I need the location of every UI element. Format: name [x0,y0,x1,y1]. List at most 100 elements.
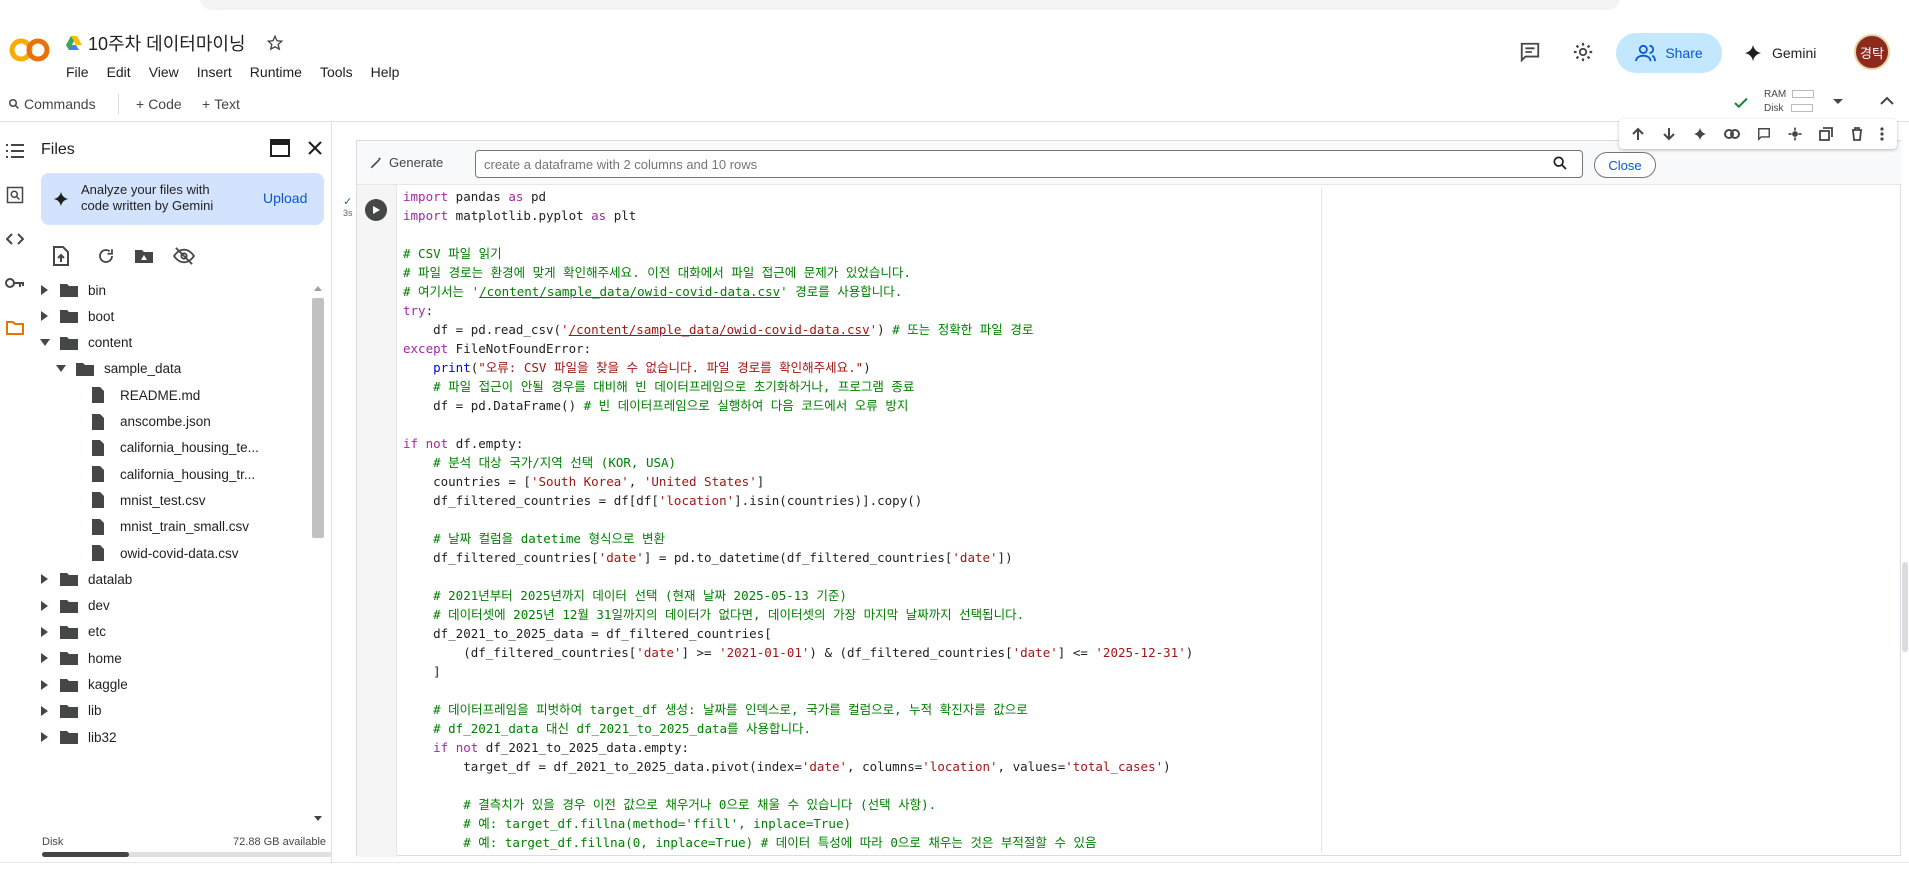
execution-status: ✓ 3s [343,197,353,219]
more-vert-icon[interactable] [1880,127,1885,141]
folder-item[interactable]: sample_data [54,356,181,382]
folder-item[interactable]: kaggle [38,672,128,698]
pencil-sparkle-icon [369,156,383,170]
commands-button[interactable]: Commands [8,96,96,112]
add-code-button[interactable]: + Code [136,96,182,112]
menu-view[interactable]: View [149,62,187,82]
search-icon[interactable] [1552,155,1568,171]
sparkle-icon[interactable] [1693,127,1707,141]
caret-right-icon[interactable] [38,704,52,718]
file-item[interactable]: mnist_train_small.csv [92,514,249,540]
file-item[interactable]: mnist_test.csv [92,487,206,513]
code-editor[interactable]: import pandas as pd import matplotlib.pyp… [403,187,1893,853]
menu-help[interactable]: Help [371,62,408,82]
folder-item[interactable]: datalab [38,566,132,592]
caret-right-icon[interactable] [38,651,52,665]
caret-right-icon[interactable] [38,678,52,692]
mount-drive-icon[interactable] [130,242,158,270]
gemini-button[interactable]: Gemini [1744,33,1816,73]
folder-item[interactable]: etc [38,619,106,645]
code-line: print("오류: CSV 파일을 찾을 수 없습니다. 파일 경로를 확인해… [433,360,871,375]
gear-icon[interactable] [1788,127,1802,141]
file-item[interactable]: README.md [92,382,200,408]
folder-item[interactable]: bin [38,277,106,303]
hide-files-icon[interactable] [170,242,198,270]
connected-check-icon [1732,94,1750,112]
file-item[interactable]: california_housing_tr... [92,461,255,487]
code-line: # 예: target_df.fillna(method='ffill', in… [463,816,852,831]
upload-button[interactable]: Upload [263,190,307,206]
file-icon [92,439,112,457]
gear-icon[interactable] [1567,36,1599,68]
caret-right-icon[interactable] [38,283,52,297]
folder-icon [60,676,80,694]
caret-right-icon[interactable] [38,599,52,613]
folder-icon [60,307,80,325]
main-scroll-thumb[interactable] [1902,562,1908,652]
caret-right-icon[interactable] [38,309,52,323]
move-down-icon[interactable] [1662,127,1676,141]
close-generate-button[interactable]: Close [1594,152,1656,178]
caret-right-icon[interactable] [38,625,52,639]
menu-file[interactable]: File [66,62,97,82]
caret-right-icon[interactable] [38,572,52,586]
generate-prompt-input[interactable] [475,150,1583,178]
comment-icon[interactable] [1757,127,1771,141]
notebook-title[interactable]: 10주차 데이터마이닝 [88,30,246,56]
resource-monitor[interactable]: RAM Disk [1764,88,1815,116]
secrets-key-icon[interactable] [4,272,26,294]
comment-icon[interactable] [1514,36,1546,68]
link-icon[interactable] [1724,129,1741,139]
avatar[interactable]: 경탁 [1854,34,1890,70]
collapse-header-icon[interactable] [1880,96,1894,106]
file-item[interactable]: owid-covid-data.csv [92,540,239,566]
code-cell[interactable]: Generate Close ✓ 3s [343,119,1902,857]
menu-tools[interactable]: Tools [320,62,361,82]
code-line: (df_filtered_countries['date'] >= '2021-… [403,645,1194,660]
move-up-icon[interactable] [1631,127,1645,141]
find-replace-icon[interactable] [4,184,26,206]
table-of-contents-icon[interactable] [4,140,26,162]
folder-icon[interactable] [4,316,26,338]
folder-item[interactable]: content [38,330,132,356]
code-line: ] [403,664,441,679]
disk-footer: Disk 72.88 GB available [30,836,332,862]
folder-item[interactable]: lib [38,698,102,724]
add-text-button[interactable]: + Text [202,96,240,112]
menu-runtime[interactable]: Runtime [250,62,310,82]
play-icon [373,206,380,214]
open-in-tab-icon[interactable] [270,139,290,157]
mirror-cell-icon[interactable] [1818,127,1833,141]
caret-down-icon[interactable] [54,362,68,376]
colab-logo[interactable] [8,36,52,64]
close-icon[interactable] [307,140,323,156]
code-line: target_df = df_2021_to_2025_data.pivot(i… [403,759,1171,774]
file-item[interactable]: california_housing_te... [92,435,259,461]
refresh-icon[interactable] [92,242,120,270]
file-item[interactable]: anscombe.json [92,409,211,435]
folder-icon [76,360,96,378]
caret-right-icon[interactable] [38,730,52,744]
drive-icon[interactable] [66,36,82,50]
code-snippets-icon[interactable] [4,228,26,250]
generate-button[interactable]: Generate [369,155,443,170]
folder-item[interactable]: home [38,645,122,671]
menu-edit[interactable]: Edit [107,62,139,82]
share-button[interactable]: Share [1616,33,1722,73]
upload-file-icon[interactable] [47,242,75,270]
menu-insert[interactable]: Insert [197,62,240,82]
delete-icon[interactable] [1850,127,1864,141]
caret-down-icon[interactable] [38,336,52,350]
star-icon[interactable] [266,34,284,52]
runtime-dropdown-icon[interactable] [1832,98,1844,106]
share-people-icon [1635,44,1657,62]
folder-item[interactable]: boot [38,303,114,329]
cell-gutter: ✓ 3s [343,185,397,857]
files-scroll-thumb[interactable] [312,298,324,538]
files-panel: Files Analyze your files with code writt… [30,122,332,862]
run-cell-button[interactable] [365,199,387,221]
folder-item[interactable]: lib32 [38,724,117,750]
folder-item[interactable]: dev [38,593,110,619]
